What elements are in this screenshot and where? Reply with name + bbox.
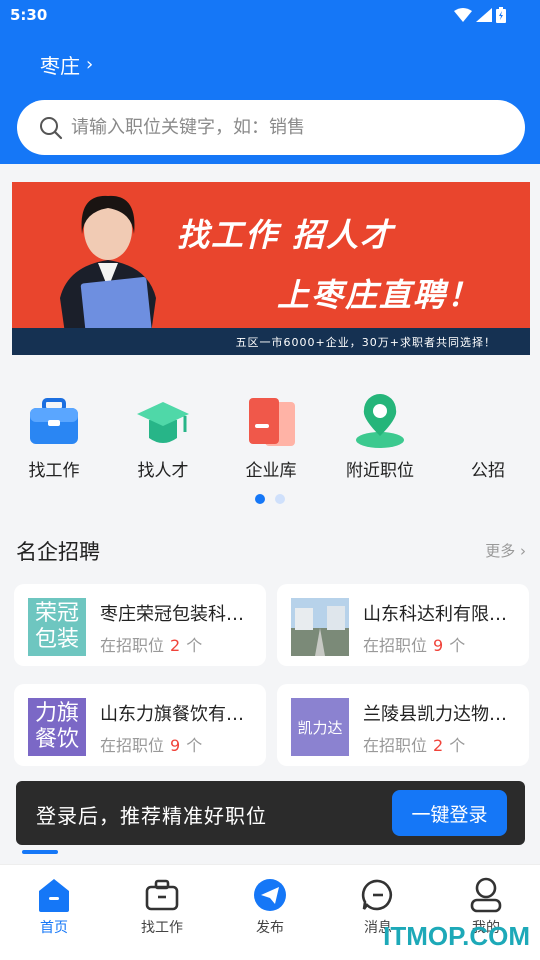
send-icon: [250, 875, 290, 915]
message-icon: [358, 875, 398, 915]
nav-label: 发布: [256, 920, 284, 936]
home-icon: [34, 875, 74, 915]
status-time: 5:30: [10, 6, 48, 24]
nav-home[interactable]: 首页: [4, 875, 104, 937]
company-name: 山东力旗餐饮有限公司: [100, 704, 258, 725]
site-watermark: ITMOP.COM: [383, 921, 530, 951]
briefcase-icon: [26, 394, 82, 450]
open-positions-unit: 个: [449, 636, 466, 655]
promo-banner[interactable]: 找工作 招人才 上枣庄直聘！ 五区一市6000+企业，30万+求职者共同选择！: [12, 182, 530, 355]
banner-caption: 五区一市6000+企业，30万+求职者共同选择！: [235, 336, 496, 349]
main-content: 找工作 招人才 上枣庄直聘！ 五区一市6000+企业，30万+求职者共同选择！ …: [0, 164, 540, 864]
open-positions-label: 在招职位: [100, 736, 165, 755]
open-positions-label: 在招职位: [363, 736, 428, 755]
open-positions: 在招职位 2 个: [363, 732, 465, 756]
more-label: 更多: [485, 542, 516, 560]
open-positions: 在招职位 2 个: [100, 632, 202, 656]
famous-companies-header: 名企招聘 更多 ›: [16, 534, 526, 564]
search-icon: [40, 116, 63, 139]
quick-entry-label: 附近职位: [346, 461, 414, 481]
company-name: 山东科达利有限公司: [363, 604, 521, 625]
status-icons: [454, 7, 506, 23]
company-photo: [291, 598, 349, 656]
company-name: 枣庄荣冠包装科技有限公司: [100, 604, 258, 625]
status-bar: 5:30: [0, 0, 540, 32]
open-positions-unit: 个: [449, 736, 466, 755]
nav-label: 找工作: [141, 920, 183, 936]
map-pin-icon: [352, 394, 408, 450]
quick-entry-public-recruit[interactable]: 公招: [438, 394, 538, 481]
login-prompt-text: 登录后，推荐精准好职位: [36, 804, 267, 828]
quick-entry-label: 找人才: [137, 461, 189, 481]
top-header: 5:30 枣庄 ›: [0, 0, 540, 164]
public-recruit-icon: [460, 394, 516, 450]
quick-entries: 找工作 找人才 企业库 附近职位 公招: [0, 394, 540, 484]
login-prompt-toast: 登录后，推荐精准好职位 一键登录: [16, 781, 525, 845]
quick-entry-label: 公招: [471, 461, 505, 481]
section-title: 名企招聘: [16, 540, 100, 564]
briefcase-icon: [142, 875, 182, 915]
banner-headline-1: 找工作 招人才: [177, 216, 395, 254]
company-logo: 荣冠包装: [28, 598, 86, 656]
company-logo: 凯力达: [291, 698, 349, 756]
open-positions-count: 9: [170, 736, 181, 755]
company-card[interactable]: 力旗餐饮 山东力旗餐饮有限公司 在招职位 9个: [14, 684, 266, 766]
open-positions-label: 在招职位: [363, 636, 428, 655]
company-name: 兰陵县凯力达物流有限公司: [363, 704, 521, 725]
open-positions-count: 2: [433, 736, 444, 755]
open-positions-unit: 个: [186, 736, 203, 755]
one-click-login-button[interactable]: 一键登录: [392, 790, 507, 836]
nav-publish[interactable]: 发布: [220, 875, 320, 937]
banner-headline-2: 上枣庄直聘！: [277, 276, 482, 314]
battery-icon: [496, 7, 506, 23]
search-bar[interactable]: [17, 100, 525, 155]
page-dot[interactable]: [255, 494, 265, 504]
chevron-right-icon: ›: [520, 542, 526, 560]
search-input[interactable]: [71, 117, 491, 138]
open-positions: 在招职位 9 个: [363, 632, 465, 656]
company-logo: 力旗餐饮: [28, 698, 86, 756]
page-dot[interactable]: [275, 494, 285, 504]
open-positions-count: 9: [433, 636, 444, 655]
quick-entry-company-library[interactable]: 企业库: [221, 394, 321, 481]
open-positions-unit: 个: [186, 636, 203, 655]
chevron-right-icon: ›: [86, 54, 94, 75]
page-indicator: [255, 494, 285, 504]
nav-label: 首页: [40, 920, 68, 936]
quick-entry-label: 找工作: [28, 461, 80, 481]
nav-find-job[interactable]: 找工作: [112, 875, 212, 937]
profile-icon: [466, 875, 506, 915]
open-positions: 在招职位 9 个: [100, 732, 202, 756]
company-card[interactable]: 荣冠包装 枣庄荣冠包装科技有限公司 在招职位 2个: [14, 584, 266, 666]
city-name: 枣庄: [40, 54, 80, 78]
graduation-cap-icon: [135, 394, 191, 450]
quick-entry-nearby-jobs[interactable]: 附近职位: [330, 394, 430, 481]
open-positions-count: 2: [170, 636, 181, 655]
active-tab-indicator: [22, 850, 58, 854]
company-card[interactable]: 山东科达利有限公司 在招职位 9 个: [277, 584, 529, 666]
signal-icon: [476, 8, 492, 22]
company-cards-icon: [243, 394, 299, 450]
more-link[interactable]: 更多 ›: [485, 540, 526, 561]
quick-entry-label: 企业库: [245, 461, 297, 481]
quick-entry-find-job[interactable]: 找工作: [4, 394, 104, 481]
city-selector[interactable]: 枣庄 ›: [40, 50, 93, 79]
company-card[interactable]: 凯力达 兰陵县凯力达物流有限公司 在招职位 2个: [277, 684, 529, 766]
quick-entry-find-talent[interactable]: 找人才: [113, 394, 213, 481]
open-positions-label: 在招职位: [100, 636, 165, 655]
wifi-icon: [454, 8, 472, 22]
